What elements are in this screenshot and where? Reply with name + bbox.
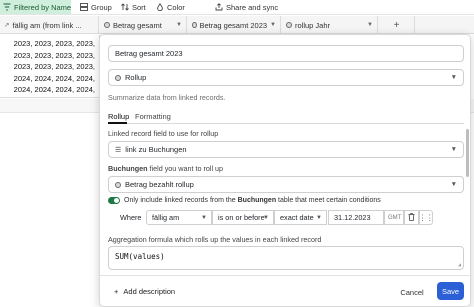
- rollup-icon: [115, 181, 121, 188]
- save-button[interactable]: Save: [437, 282, 464, 300]
- condition-date-mode-select[interactable]: exact date ▼: [274, 210, 327, 225]
- color-icon: [155, 3, 164, 12]
- panel-scrollbar[interactable]: [466, 129, 469, 177]
- condition-date-input[interactable]: 31.12.2023: [328, 210, 384, 225]
- share-label: Share and sync: [226, 2, 279, 12]
- rollup-field-select[interactable]: Betrag bezahlt rollup ▼: [108, 176, 464, 193]
- linked-field-value: link zu Buchungen: [125, 145, 187, 154]
- toggle-text-pre: Only include linked records from the: [124, 196, 238, 204]
- condition-operator-select[interactable]: is on or before ▼: [212, 210, 274, 225]
- rollup-icon: [286, 22, 292, 28]
- chevron-down-icon: ▼: [201, 215, 207, 221]
- column-label: Betrag gesamt: [113, 20, 162, 30]
- group-label: Group: [91, 2, 112, 12]
- rollup-icon: [104, 22, 110, 28]
- field-type-select[interactable]: Rollup ▼: [108, 69, 464, 86]
- condition-toggle[interactable]: [108, 196, 120, 204]
- lookup-cell-values[interactable]: 2023, 2023, 2023, 2023, 2023, 2023, 2023…: [0, 35, 100, 106]
- rollup-field-value: Betrag bezahlt rollup: [125, 180, 194, 189]
- chevron-down-icon: ▼: [450, 181, 457, 188]
- config-tabs: Rollup Formatting: [108, 110, 464, 124]
- linked-record-icon: ☰: [115, 145, 122, 154]
- cell-line: 2024, 2024, 2024, 2024,: [13, 73, 95, 83]
- column-faellig-am[interactable]: ↗ fällig am (from link ...: [0, 16, 99, 34]
- toggle-table-name: Buchungen: [237, 196, 277, 204]
- chevron-down-icon: ▼: [450, 74, 457, 81]
- lookup-icon: ↗: [4, 21, 10, 29]
- condition-where-label: Where: [120, 213, 142, 222]
- resize-handle-icon[interactable]: ◢: [458, 262, 461, 268]
- rollup-label-rest: field you want to roll up: [147, 164, 224, 173]
- delete-condition-button[interactable]: [404, 210, 419, 225]
- cell-line: 2023, 2023, 2023, 2023,: [13, 39, 95, 48]
- condition-date-value: 31.12.2023: [334, 213, 371, 222]
- filter-icon: [3, 3, 11, 12]
- field-name-input[interactable]: Betrag gesamt 2023: [108, 45, 464, 62]
- condition-toggle-row: Only include linked records from the Buc…: [108, 195, 381, 205]
- chevron-down-icon: ▼: [450, 146, 457, 153]
- aggregation-formula-input[interactable]: SUM(values) ◢: [108, 246, 464, 270]
- condition-toggle-label: Only include linked records from the Buc…: [124, 197, 381, 204]
- sort-icon: [120, 3, 129, 12]
- trash-icon: [408, 212, 415, 223]
- chevron-down-icon[interactable]: ▼: [367, 22, 373, 28]
- add-column-button[interactable]: +: [379, 16, 415, 34]
- rollup-field-label: Buchungen field you want to roll up: [108, 164, 223, 173]
- share-and-sync-button[interactable]: Share and sync: [214, 0, 278, 14]
- filter-label: Filtered by Name: [14, 2, 72, 12]
- linked-field-label: Linked record field to use for rollup: [108, 129, 219, 138]
- group-icon: [79, 3, 88, 12]
- rollup-table-name: Buchungen: [108, 164, 148, 173]
- add-description-label: Add description: [123, 287, 176, 296]
- formula-text: SUM(values): [115, 252, 165, 261]
- view-toolbar: Filtered by Name Group Sort Color Share …: [0, 0, 474, 15]
- column-label: rollup Jahr: [295, 20, 331, 30]
- column-header-row: ↗ fällig am (from link ... Betrag gesamt…: [0, 16, 474, 34]
- cell-line: 2023, 2023, 2023, 2023,: [13, 50, 95, 60]
- timezone-badge: GMT: [384, 210, 404, 225]
- cell-line: 2023, 2023, 2023, 2023,: [13, 62, 95, 71]
- column-label: fällig am (from link ...: [12, 20, 82, 30]
- rollup-icon: [192, 22, 197, 28]
- tab-rollup[interactable]: Rollup: [108, 112, 129, 124]
- aggregation-label: Aggregation formula which rolls up the v…: [108, 235, 322, 244]
- sort-button[interactable]: Sort: [120, 0, 146, 14]
- color-label: Color: [167, 2, 185, 12]
- condition-drag-handle[interactable]: ⋮⋮: [419, 210, 433, 225]
- chevron-down-icon: ▼: [263, 215, 269, 221]
- condition-mode-value: exact date: [280, 213, 314, 222]
- filter-button[interactable]: Filtered by Name: [0, 0, 71, 14]
- toggle-text-post: table that meet certain conditions: [276, 196, 381, 204]
- panel-footer: + Add description Cancel Save: [100, 275, 472, 307]
- tab-formatting[interactable]: Formatting: [135, 112, 171, 121]
- group-button[interactable]: Group: [79, 0, 112, 14]
- chevron-down-icon: ▼: [316, 215, 322, 221]
- condition-operator-value: is on or before: [218, 213, 265, 222]
- color-button[interactable]: Color: [155, 0, 185, 14]
- cell-line: 2024, 2024, 2024, 2024,: [13, 85, 95, 94]
- add-description-button[interactable]: + Add description: [114, 287, 175, 296]
- share-icon: [214, 3, 223, 12]
- column-betrag-gesamt[interactable]: Betrag gesamt ▼: [100, 16, 187, 34]
- field-config-panel: Betrag gesamt 2023 Rollup ▼ Summarize da…: [99, 34, 472, 307]
- chevron-down-icon[interactable]: ▼: [270, 22, 276, 28]
- column-rollup-jahr[interactable]: rollup Jahr ▼: [282, 16, 378, 34]
- cancel-button[interactable]: Cancel: [396, 284, 428, 300]
- sort-label: Sort: [132, 2, 146, 12]
- field-type-hint: Summarize data from linked records.: [108, 93, 226, 102]
- field-name-value: Betrag gesamt 2023: [115, 49, 183, 58]
- rollup-icon: [115, 74, 121, 81]
- condition-field-value: fällig am: [152, 213, 180, 222]
- plus-icon: +: [114, 287, 119, 296]
- column-label: Betrag gesamt 2023: [199, 20, 268, 30]
- column-betrag-gesamt-2023[interactable]: Betrag gesamt 2023 ▼: [188, 16, 281, 34]
- drag-handle-icon: ⋮⋮: [418, 213, 434, 222]
- linked-field-select[interactable]: ☰ link zu Buchungen ▼: [108, 141, 464, 158]
- plus-icon: +: [393, 19, 400, 31]
- condition-field-select[interactable]: fällig am ▼: [146, 210, 212, 225]
- chevron-down-icon[interactable]: ▼: [176, 22, 182, 28]
- field-type-value: Rollup: [125, 73, 147, 82]
